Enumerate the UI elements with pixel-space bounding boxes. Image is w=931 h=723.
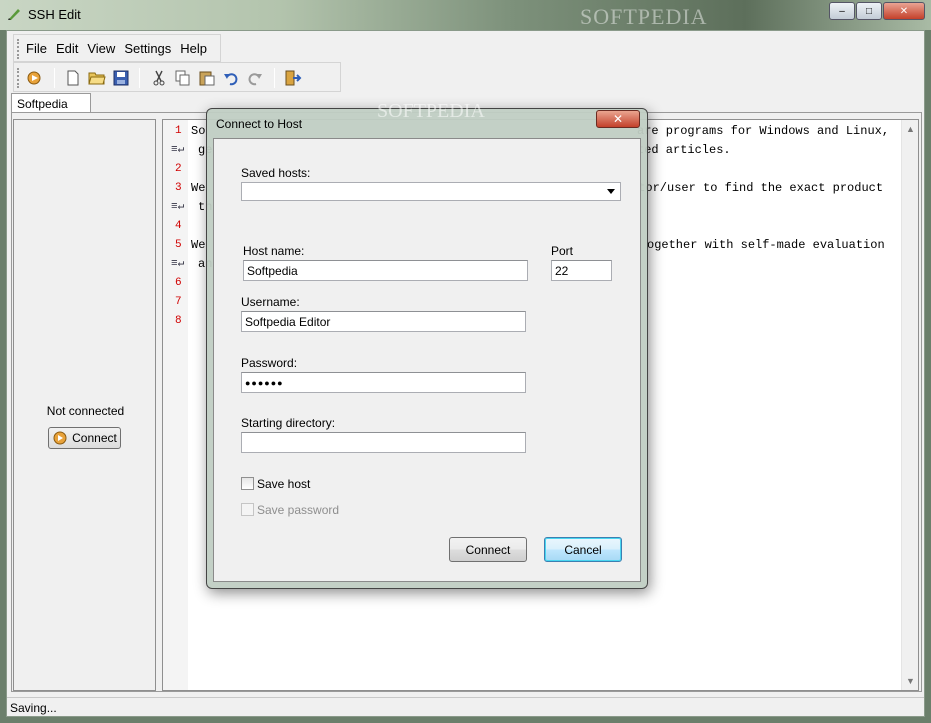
saved-hosts-label: Saved hosts: xyxy=(241,166,311,180)
line-number: 7 xyxy=(175,296,182,308)
minimize-button[interactable]: – xyxy=(829,2,855,20)
saved-hosts-dropdown[interactable] xyxy=(241,182,621,201)
host-name-input[interactable]: Softpedia xyxy=(243,260,528,281)
menu-file[interactable]: File xyxy=(26,41,47,56)
dialog-softpedia-watermark: SOFTPEDIA xyxy=(377,100,485,122)
connection-status-text: Not connected xyxy=(46,404,125,418)
close-button[interactable]: ✕ xyxy=(883,2,925,20)
copy-icon xyxy=(175,70,190,86)
password-label: Password: xyxy=(241,356,298,370)
toolbar-separator xyxy=(54,68,55,88)
ssh-edit-app-icon xyxy=(7,7,21,21)
dialog-close-button[interactable]: ✕ xyxy=(596,110,640,128)
editor-line-text-start: We xyxy=(191,181,206,195)
connection-pane: Not connected Connect xyxy=(13,119,156,691)
toolbar-separator xyxy=(274,68,275,88)
menu-settings[interactable]: Settings xyxy=(124,41,171,56)
softpedia-watermark: SOFTPEDIA xyxy=(580,4,708,29)
open-folder-icon xyxy=(88,72,106,85)
toolbar-grip[interactable] xyxy=(17,68,19,88)
connect-button-label: Connect xyxy=(72,431,117,445)
new-file-icon xyxy=(67,70,79,86)
cut-button[interactable] xyxy=(150,69,168,87)
maximize-button[interactable]: □ xyxy=(856,2,882,20)
status-bar: Saving... xyxy=(7,697,924,717)
editor-line-text-end: itor/user to find the exact product xyxy=(631,181,884,195)
line-number: 5 xyxy=(175,239,182,251)
connect-to-host-dialog: SOFTPEDIA Connect to Host ✕ Saved hosts:… xyxy=(206,100,648,589)
line-number: 8 xyxy=(175,315,182,327)
tab-softpedia-test[interactable]: Softpedia Test xyxy=(11,93,91,125)
dialog-title: Connect to Host xyxy=(216,117,303,131)
starting-directory-input[interactable] xyxy=(241,432,526,453)
editor-line-text-start: So xyxy=(191,124,206,138)
paste-icon xyxy=(199,71,215,86)
connect-icon xyxy=(53,431,67,445)
port-input[interactable]: 22 xyxy=(551,260,612,281)
window-caption-buttons: – □ ✕ xyxy=(828,2,925,20)
password-input[interactable]: ●●●●●● xyxy=(241,372,526,393)
cut-icon xyxy=(153,70,165,86)
redo-button[interactable] xyxy=(246,69,264,87)
undo-icon xyxy=(224,73,238,86)
line-number: 4 xyxy=(175,220,182,232)
menubar-grip[interactable] xyxy=(17,39,19,59)
redo-icon xyxy=(248,73,262,86)
save-button[interactable] xyxy=(112,69,130,87)
editor-line-text-start: We xyxy=(191,238,206,252)
username-input[interactable]: Softpedia Editor xyxy=(241,311,526,332)
menu-bar: File Edit View Settings Help xyxy=(13,34,221,62)
save-host-checkbox[interactable] xyxy=(241,477,254,490)
line-number: 1 xyxy=(175,125,182,137)
scroll-up-arrow-icon[interactable]: ▲ xyxy=(906,124,915,134)
save-host-label[interactable]: Save host xyxy=(257,477,310,491)
starting-directory-label: Starting directory: xyxy=(241,416,336,430)
dialog-cancel-button[interactable]: Cancel xyxy=(544,537,622,562)
copy-button[interactable] xyxy=(174,69,192,87)
word-wrap-icon: ≡↵ xyxy=(171,201,185,213)
toolbar-separator xyxy=(139,68,140,88)
connect-button[interactable]: Connect xyxy=(48,427,121,449)
disconnect-icon xyxy=(285,70,302,86)
menu-help[interactable]: Help xyxy=(180,41,207,56)
undo-button[interactable] xyxy=(222,69,240,87)
open-file-button[interactable] xyxy=(88,69,106,87)
host-name-label: Host name: xyxy=(243,244,305,258)
title-bar: SSH Edit SOFTPEDIA – □ ✕ xyxy=(0,0,931,30)
paste-button[interactable] xyxy=(198,69,216,87)
word-wrap-icon: ≡↵ xyxy=(171,258,185,270)
save-icon xyxy=(113,70,129,86)
word-wrap-icon: ≡↵ xyxy=(171,144,185,156)
new-file-button[interactable] xyxy=(64,69,82,87)
editor-line-text-end: ted articles. xyxy=(637,143,731,157)
save-password-label: Save password xyxy=(257,503,340,517)
disconnect-toolbar-button[interactable] xyxy=(284,69,302,87)
save-password-checkbox[interactable] xyxy=(241,503,254,516)
editor-line-text-end: ogether with self-made evaluation xyxy=(647,238,885,252)
editor-line-text-end: are programs for Windows and Linux, xyxy=(637,124,890,138)
toolbar xyxy=(13,62,341,92)
menu-edit[interactable]: Edit xyxy=(56,41,78,56)
menu-view[interactable]: View xyxy=(87,41,115,56)
username-label: Username: xyxy=(241,295,300,309)
dialog-body: Saved hosts: Host name: Softpedia Port 2… xyxy=(213,138,641,582)
connect-toolbar-button[interactable] xyxy=(26,69,44,87)
editor-vertical-scrollbar[interactable]: ▲ ▼ xyxy=(901,120,918,690)
scroll-down-arrow-icon[interactable]: ▼ xyxy=(906,676,915,686)
line-number: 2 xyxy=(175,163,182,175)
connect-icon xyxy=(27,71,41,85)
line-number: 3 xyxy=(175,182,182,194)
window-title: SSH Edit xyxy=(28,7,81,22)
port-label: Port xyxy=(551,244,574,258)
chevron-down-icon[interactable] xyxy=(607,189,615,194)
dialog-connect-button[interactable]: Connect xyxy=(449,537,527,562)
line-number: 6 xyxy=(175,277,182,289)
